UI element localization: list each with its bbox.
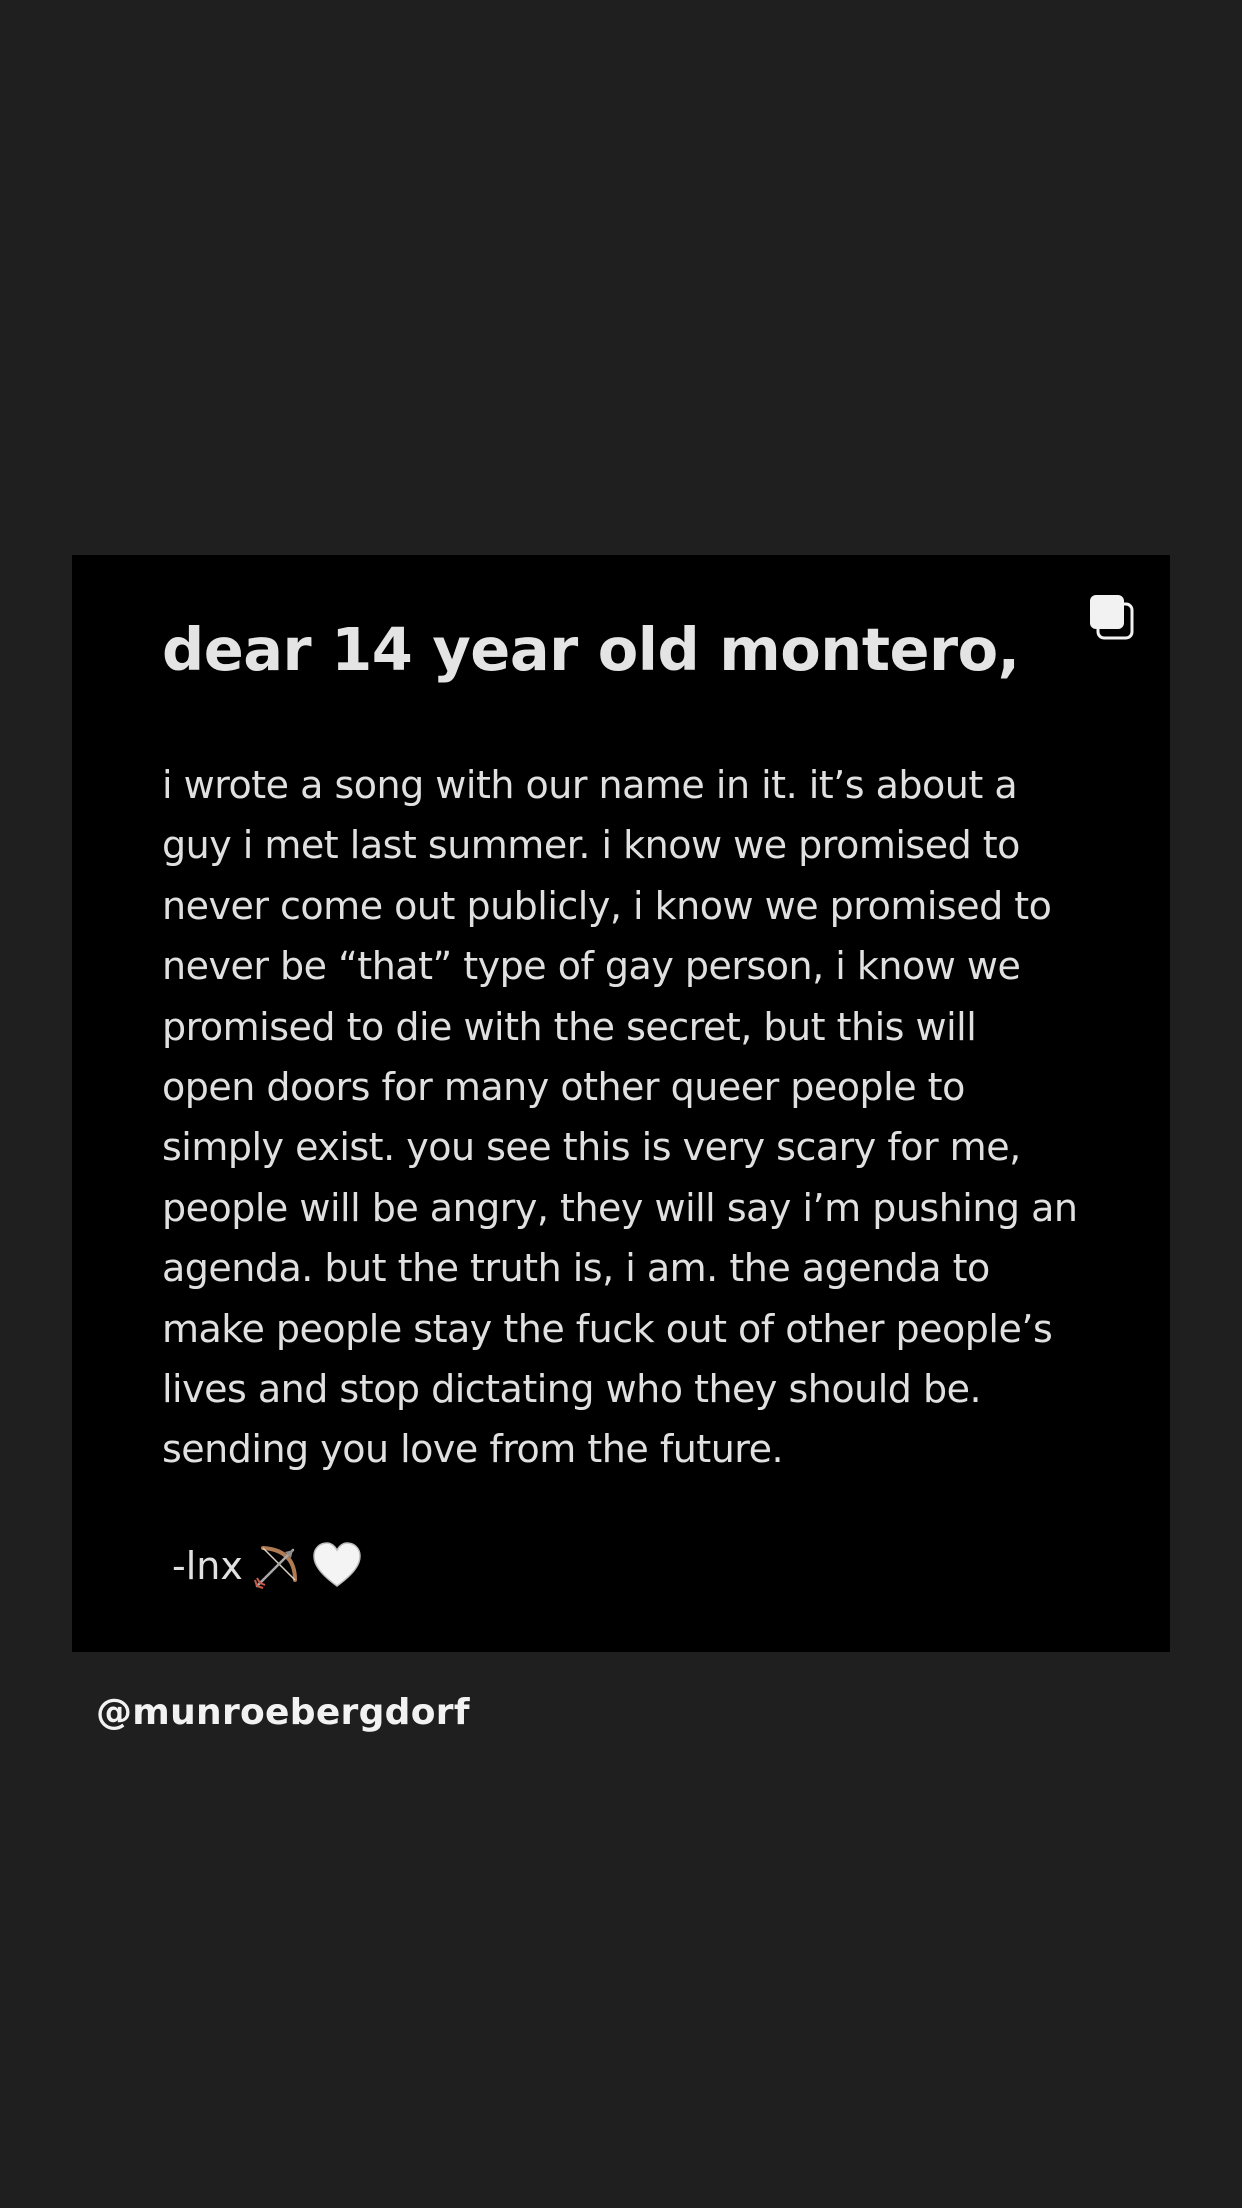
mention-sticker[interactable]: @munroebergdorf [96, 1692, 470, 1733]
signature: -lnx [172, 1540, 363, 1592]
post-body-line: simply exist. you see this is very scary… [162, 1125, 1021, 1170]
post-body-line: guy i met last summer. i know we promise… [162, 823, 1020, 868]
post-title: dear 14 year old montero, [162, 615, 1020, 684]
post-body-line: make people stay the fuck out of other p… [162, 1306, 1053, 1351]
white-heart-icon [313, 1542, 361, 1587]
post-card[interactable]: dear 14 year old montero, i wrote a song… [72, 555, 1170, 1652]
bow-and-arrow-icon [253, 1546, 297, 1589]
post-body-line: promised to die with the secret, but thi… [162, 1004, 977, 1049]
post-body-line: open doors for many other queer people t… [162, 1065, 965, 1110]
post-body-line: never come out publicly, i know we promi… [162, 883, 1052, 928]
post-body-line: never be “that” type of gay person, i kn… [162, 944, 1021, 989]
post-body: i wrote a song with our name in it. it’s… [162, 755, 1122, 1480]
post-body-line: lives and stop dictating who they should… [162, 1367, 982, 1412]
signature-text: -lnx [172, 1544, 243, 1588]
post-body-line: i wrote a song with our name in it. it’s… [162, 763, 1018, 807]
post-body-line: people will be angry, they will say i’m … [162, 1185, 1078, 1230]
multiple-posts-icon [1090, 595, 1134, 640]
post-body-line: sending you love from the future. [162, 1427, 784, 1472]
post-body-line: agenda. but the truth is, i am. the agen… [162, 1246, 990, 1291]
